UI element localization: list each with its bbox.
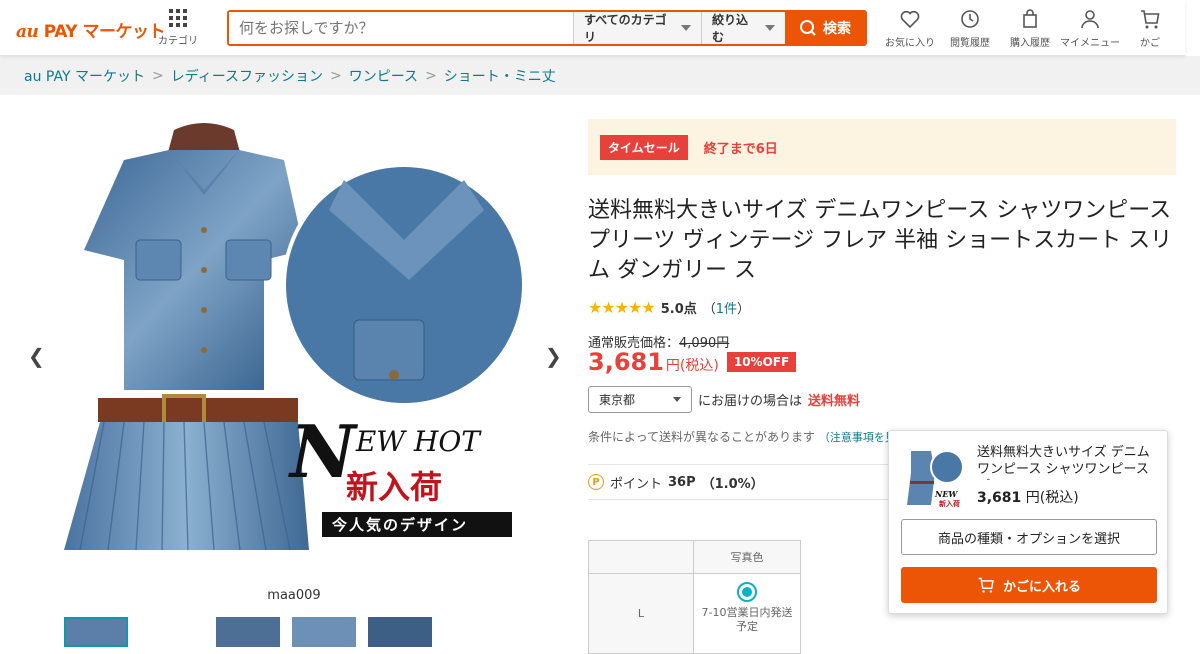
price-value: 3,681 (588, 348, 664, 376)
cart-icon (1141, 10, 1160, 29)
variation-option-cell[interactable]: 7-10営業日内発送予定 (693, 573, 801, 654)
variation-table: 写真色 L 7-10営業日内発送予定 (588, 540, 801, 654)
search-input[interactable] (229, 12, 573, 44)
time-sale-banner: タイムセール 終了まで6日 (588, 119, 1176, 175)
discount-badge: 10%OFF (726, 352, 797, 372)
site-logo[interactable]: au PAY マーケット (16, 17, 165, 42)
sale-price: 3,681 円(税込) 10%OFF (588, 348, 797, 376)
search-icon (800, 20, 816, 36)
svg-text:NEW: NEW (934, 489, 958, 499)
thumbnail[interactable] (64, 617, 128, 647)
nav-purchase-history[interactable]: 購入履歴 (1000, 8, 1060, 49)
breadcrumb-link-short[interactable]: ショート・ミニ丈 (444, 66, 556, 86)
product-code-caption: maa009 (267, 588, 321, 603)
category-label: カテゴリ (158, 36, 198, 47)
cart-icon (978, 577, 994, 593)
product-title: 送料無料大きいサイズ デニムワンピース シャツワンピース プリーツ ヴィンテージ… (588, 198, 1173, 283)
chevron-down-icon (681, 25, 691, 31)
grid-icon (169, 9, 187, 27)
thumbnail[interactable] (140, 617, 204, 647)
add-to-cart-button[interactable]: かごに入れる (901, 567, 1157, 603)
thumbnail[interactable] (292, 617, 356, 647)
breadcrumb-separator: > (151, 67, 164, 84)
variation-row-label: L (588, 573, 694, 654)
new-arrival-overlay: N EW HOT 新入荷 今人気のデザイン (290, 416, 520, 537)
breadcrumb-separator: > (330, 67, 342, 84)
chevron-down-icon (673, 397, 681, 402)
nav-cart[interactable]: かご (1120, 8, 1180, 49)
chevron-left-icon[interactable]: ❮ (28, 344, 45, 368)
points-row: P ポイント 36P （1.0%） (588, 464, 888, 500)
sticky-price: 3,681 円(税込) (977, 490, 1079, 506)
breadcrumb-link-onepiece[interactable]: ワンピース (349, 66, 418, 86)
prefecture-select[interactable]: 東京都 (588, 386, 692, 413)
shipping-info: 東京都 にお届けの場合は 送料無料 (588, 386, 860, 413)
variation-column-header: 写真色 (693, 540, 801, 574)
user-icon (1081, 10, 1099, 29)
breadcrumb-link-top[interactable]: au PAY マーケット (24, 66, 145, 86)
history-icon (961, 10, 979, 28)
category-select[interactable]: すべてのカテゴリ (573, 12, 701, 44)
breadcrumb-separator: > (425, 67, 437, 84)
sticky-cart-panel: NEW 新入荷 送料無料大きいサイズ デニムワンピース シャツワンピース プリー… (888, 430, 1168, 614)
select-option-button[interactable]: 商品の種類・オプションを選択 (901, 519, 1157, 555)
nav-browsing-history[interactable]: 閲覧履歴 (940, 8, 1000, 49)
heart-icon (900, 10, 920, 29)
svg-text:新入荷: 新入荷 (939, 499, 960, 508)
rating-score: 5.0点 (660, 302, 697, 317)
nav-my-menu[interactable]: マイメニュー (1060, 8, 1120, 49)
header-nav: お気に入り 閲覧履歴 購入履歴 マイメニュー かご (880, 8, 1180, 49)
thumbnail[interactable] (216, 617, 280, 647)
radio-selected-icon[interactable] (737, 582, 757, 602)
shipping-condition: 条件によって送料が異なることがあります （注意事項を見る） (588, 430, 918, 444)
breadcrumb: au PAY マーケット > レディースファッション > ワンピース > ショート・ミ… (0, 56, 1200, 95)
chevron-down-icon (765, 25, 775, 31)
rating: ★★★★★ 5.0点 （1件） (588, 298, 750, 317)
star-rating-icon: ★★★★★ (588, 298, 656, 317)
sticky-product-thumbnail: NEW 新入荷 (901, 445, 965, 509)
nav-favorites[interactable]: お気に入り (880, 8, 940, 49)
review-count-link[interactable]: 1件 (716, 302, 737, 317)
bag-icon (1023, 9, 1037, 28)
filter-select[interactable]: 絞り込む (701, 12, 785, 44)
product-main-image[interactable]: N EW HOT 新入荷 今人気のデザイン (64, 120, 526, 580)
point-icon: P (588, 474, 604, 490)
thumbnail[interactable] (368, 617, 432, 647)
review-count-wrap: （1件） (702, 302, 751, 317)
search-bar: すべてのカテゴリ 絞り込む 検索 (227, 10, 867, 46)
price-unit: 円(税込) (665, 358, 719, 374)
thumbnail-strip (64, 617, 432, 647)
sale-ends: 終了まで6日 (703, 141, 778, 157)
time-sale-tag: タイムセール (600, 134, 688, 160)
free-shipping-label: 送料無料 (808, 394, 861, 409)
breadcrumb-link-ladies[interactable]: レディースファッション (171, 66, 323, 86)
chevron-right-icon[interactable]: ❯ (545, 344, 562, 368)
sticky-product-title: 送料無料大きいサイズ デニムワンピース シャツワンピース プリーツ (977, 445, 1150, 480)
site-header: au PAY マーケット カテゴリ すべてのカテゴリ 絞り込む 検索 お気に入り… (0, 0, 1185, 56)
search-button[interactable]: 検索 (785, 12, 865, 44)
category-menu-button[interactable]: カテゴリ (156, 9, 200, 47)
